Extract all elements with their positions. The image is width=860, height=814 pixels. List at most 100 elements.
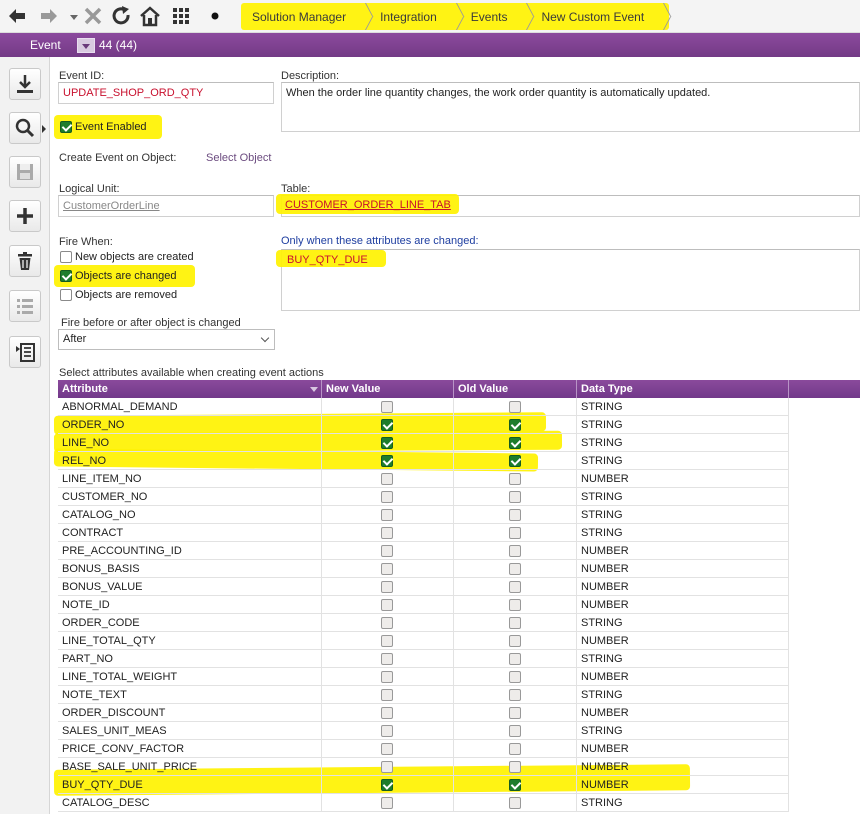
old-value-checkbox[interactable] bbox=[509, 527, 521, 539]
details-button[interactable] bbox=[9, 336, 41, 368]
table-row[interactable]: PRE_ACCOUNTING_ID NUMBER bbox=[58, 542, 789, 560]
table-row[interactable]: BUY_QTY_DUE NUMBER bbox=[58, 776, 789, 794]
new-value-checkbox[interactable] bbox=[381, 455, 393, 467]
old-value-checkbox[interactable] bbox=[509, 581, 521, 593]
table-row[interactable]: CONTRACT STRING bbox=[58, 524, 789, 542]
refresh-icon[interactable] bbox=[111, 5, 133, 27]
grid-menu-icon[interactable] bbox=[170, 5, 192, 27]
search-expand-icon[interactable] bbox=[42, 125, 46, 133]
sort-descending-icon[interactable] bbox=[310, 387, 318, 392]
breadcrumb-integration[interactable]: Integration bbox=[368, 3, 459, 30]
table-row[interactable]: ORDER_NO STRING bbox=[58, 416, 789, 434]
new-value-checkbox[interactable] bbox=[381, 797, 393, 809]
old-value-checkbox[interactable] bbox=[509, 599, 521, 611]
old-value-checkbox[interactable] bbox=[509, 545, 521, 557]
record-selector-dropdown[interactable] bbox=[77, 38, 95, 53]
table-row[interactable]: CATALOG_NO STRING bbox=[58, 506, 789, 524]
table-row[interactable]: ORDER_CODE STRING bbox=[58, 614, 789, 632]
event-id-field[interactable]: UPDATE_SHOP_ORD_QTY bbox=[58, 82, 274, 104]
new-value-checkbox[interactable] bbox=[381, 761, 393, 773]
attribute-column-header[interactable]: Attribute bbox=[58, 380, 322, 398]
forward-arrow-icon[interactable] bbox=[38, 5, 60, 27]
new-value-checkbox[interactable] bbox=[381, 725, 393, 737]
home-icon[interactable] bbox=[139, 5, 161, 27]
old-value-checkbox[interactable] bbox=[509, 653, 521, 665]
table-row[interactable]: SALES_UNIT_MEAS STRING bbox=[58, 722, 789, 740]
table-row[interactable]: LINE_ITEM_NO NUMBER bbox=[58, 470, 789, 488]
new-value-checkbox[interactable] bbox=[381, 545, 393, 557]
new-value-checkbox[interactable] bbox=[381, 563, 393, 575]
old-value-checkbox[interactable] bbox=[509, 509, 521, 521]
old-value-checkbox[interactable] bbox=[509, 743, 521, 755]
data-type-column-header[interactable]: Data Type bbox=[577, 380, 789, 398]
new-value-checkbox[interactable] bbox=[381, 527, 393, 539]
old-value-column-header[interactable]: Old Value bbox=[454, 380, 577, 398]
table-row[interactable]: BONUS_VALUE NUMBER bbox=[58, 578, 789, 596]
logical-unit-field[interactable]: CustomerOrderLine bbox=[58, 195, 274, 217]
list-view-button[interactable] bbox=[9, 290, 41, 322]
table-row[interactable]: CUSTOMER_NO STRING bbox=[58, 488, 789, 506]
breadcrumb-events[interactable]: Events bbox=[459, 3, 530, 30]
search-button[interactable] bbox=[9, 112, 41, 144]
old-value-checkbox[interactable] bbox=[509, 491, 521, 503]
table-row[interactable]: PRICE_CONV_FACTOR NUMBER bbox=[58, 740, 789, 758]
old-value-checkbox[interactable] bbox=[509, 437, 521, 449]
new-value-column-header[interactable]: New Value bbox=[322, 380, 454, 398]
download-button[interactable] bbox=[9, 68, 41, 100]
table-row[interactable]: CATALOG_DESC STRING bbox=[58, 794, 789, 812]
new-value-checkbox[interactable] bbox=[381, 419, 393, 431]
table-row[interactable]: NOTE_TEXT STRING bbox=[58, 686, 789, 704]
old-value-checkbox[interactable] bbox=[509, 779, 521, 791]
history-dropdown-icon[interactable] bbox=[63, 5, 78, 27]
table-row[interactable]: BONUS_BASIS NUMBER bbox=[58, 560, 789, 578]
table-row[interactable]: LINE_TOTAL_WEIGHT NUMBER bbox=[58, 668, 789, 686]
new-value-checkbox[interactable] bbox=[381, 473, 393, 485]
objects-changed-checkbox[interactable] bbox=[60, 270, 72, 282]
back-arrow-icon[interactable] bbox=[6, 5, 28, 27]
event-enabled-checkbox[interactable] bbox=[60, 121, 72, 133]
objects-removed-checkbox[interactable] bbox=[60, 289, 72, 301]
new-value-checkbox[interactable] bbox=[381, 707, 393, 719]
new-objects-created-checkbox[interactable] bbox=[60, 251, 72, 263]
save-button[interactable] bbox=[9, 156, 41, 188]
table-row[interactable]: REL_NO STRING bbox=[58, 452, 789, 470]
select-object-link[interactable]: Select Object bbox=[206, 152, 271, 164]
table-row[interactable]: NOTE_ID NUMBER bbox=[58, 596, 789, 614]
old-value-checkbox[interactable] bbox=[509, 797, 521, 809]
new-value-checkbox[interactable] bbox=[381, 401, 393, 413]
table-row[interactable]: ORDER_DISCOUNT NUMBER bbox=[58, 704, 789, 722]
new-value-checkbox[interactable] bbox=[381, 689, 393, 701]
old-value-checkbox[interactable] bbox=[509, 563, 521, 575]
old-value-checkbox[interactable] bbox=[509, 419, 521, 431]
old-value-checkbox[interactable] bbox=[509, 401, 521, 413]
description-field[interactable]: When the order line quantity changes, th… bbox=[281, 82, 860, 132]
table-row[interactable]: LINE_TOTAL_QTY NUMBER bbox=[58, 632, 789, 650]
delete-button[interactable] bbox=[9, 245, 41, 277]
old-value-checkbox[interactable] bbox=[509, 725, 521, 737]
old-value-checkbox[interactable] bbox=[509, 635, 521, 647]
new-value-checkbox[interactable] bbox=[381, 599, 393, 611]
close-icon[interactable] bbox=[82, 5, 104, 27]
fire-before-after-select[interactable]: After bbox=[58, 329, 275, 350]
old-value-checkbox[interactable] bbox=[509, 671, 521, 683]
old-value-checkbox[interactable] bbox=[509, 473, 521, 485]
breadcrumb-new-custom-event[interactable]: New Custom Event bbox=[529, 3, 666, 30]
old-value-checkbox[interactable] bbox=[509, 455, 521, 467]
table-row[interactable]: PART_NO STRING bbox=[58, 650, 789, 668]
new-value-checkbox[interactable] bbox=[381, 653, 393, 665]
old-value-checkbox[interactable] bbox=[509, 689, 521, 701]
table-row[interactable]: BASE_SALE_UNIT_PRICE NUMBER bbox=[58, 758, 789, 776]
new-value-checkbox[interactable] bbox=[381, 779, 393, 791]
new-value-checkbox[interactable] bbox=[381, 437, 393, 449]
old-value-checkbox[interactable] bbox=[509, 761, 521, 773]
old-value-checkbox[interactable] bbox=[509, 617, 521, 629]
add-button[interactable] bbox=[9, 200, 41, 232]
new-value-checkbox[interactable] bbox=[381, 671, 393, 683]
new-value-checkbox[interactable] bbox=[381, 617, 393, 629]
breadcrumb-solution-manager[interactable]: Solution Manager bbox=[240, 3, 368, 30]
new-value-checkbox[interactable] bbox=[381, 635, 393, 647]
table-row[interactable]: ABNORMAL_DEMAND STRING bbox=[58, 398, 789, 416]
table-row[interactable]: LINE_NO STRING bbox=[58, 434, 789, 452]
new-value-checkbox[interactable] bbox=[381, 509, 393, 521]
new-value-checkbox[interactable] bbox=[381, 581, 393, 593]
